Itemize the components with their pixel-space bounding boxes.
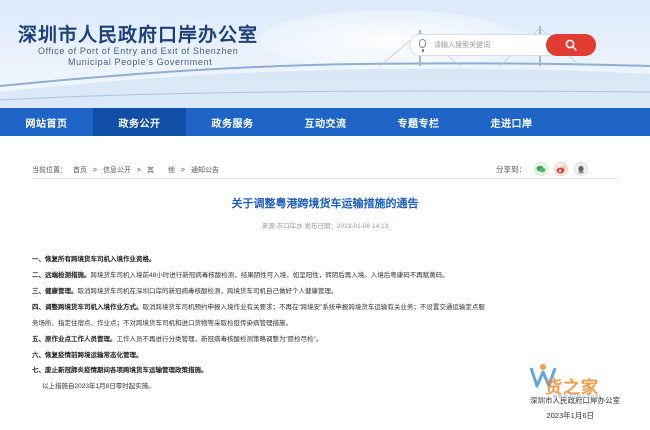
site-title: 深圳市人民政府口岸办公室: [18, 24, 259, 46]
weibo-share-icon[interactable]: [554, 162, 568, 176]
nav-item-about-port[interactable]: 走进口岸: [465, 108, 558, 136]
article-date: 2023年1月6日: [546, 411, 594, 420]
watermark-url: www.hzjcc.com: [553, 394, 601, 400]
breadcrumb-separator: >: [92, 167, 97, 174]
search-input[interactable]: [434, 38, 546, 53]
microphone-stem: [422, 49, 424, 52]
search-box: [409, 34, 596, 56]
nav-item-gov-services[interactable]: 政务服务: [186, 108, 279, 136]
share-label: 分享到：: [496, 164, 526, 174]
article-paragraph: 务场所、指定住宿点、作业点；不对跨境货车司机和进口货物等采取检疫传染病管理措施。: [32, 320, 292, 327]
article-paragraph: 一、恢复所有跨境货车司机入境作业资格。: [32, 256, 156, 263]
site-subtitle-line1: Office of Port of Entry and Exit of Shen…: [38, 46, 239, 56]
article-paragraph: 六、恢复疫情前跨境运输常态化管理。: [32, 352, 143, 359]
breadcrumb-info-open[interactable]: 信息公开: [103, 167, 131, 174]
article-meta: 来源:市口岸办 发布日期：2023-01-06 14:13: [261, 223, 389, 230]
site-header: 深圳市人民政府口岸办公室 Office of Port of Entry and…: [0, 0, 650, 108]
article-paragraph: 四、调整跨境货车司机入境作业方式。取消跨境货车司机预约申报入境作业有关要求；不再…: [32, 304, 485, 311]
article-paragraph: 二、远端检测措施。跨境货车司机入境前48小时进行新冠病毒核酸检测，结果阴性可入境…: [32, 272, 449, 279]
breadcrumb: 当前位置： 首页 > 信息公开 > 其 他 > 通知公告: [32, 165, 223, 175]
article-title: 关于调整粤港跨境货车运输措施的通告: [231, 198, 419, 210]
nav-item-home[interactable]: 网站首页: [0, 108, 93, 136]
breadcrumb-notices[interactable]: 通知公告: [191, 167, 219, 174]
breadcrumb-separator: >: [136, 167, 141, 174]
article-paragraph: 三、健康管理。取消跨境货车司机在深圳口岸的新冠病毒核酸检测，跨境货车司机自己做好…: [32, 288, 338, 295]
article-paragraph: 五、原作业点工作人员管理。工作人员不再进行分类管理，新冠病毒核酸检测策略调整为“…: [32, 336, 323, 343]
wechat-share-icon[interactable]: [534, 162, 548, 176]
breadcrumb-prefix: 当前位置：: [32, 167, 67, 174]
breadcrumb-other[interactable]: 其 他: [147, 167, 175, 174]
qq-share-icon[interactable]: [574, 162, 588, 176]
site-subtitle-line2: Municipal People's Government: [68, 57, 213, 67]
microphone-icon[interactable]: [419, 39, 426, 48]
breadcrumb-home[interactable]: 首页: [73, 167, 87, 174]
search-button[interactable]: [546, 34, 596, 56]
nav-item-gov-affairs-open[interactable]: 政务公开: [93, 108, 186, 136]
search-icon: [565, 39, 577, 51]
nav-item-interaction[interactable]: 互动交流: [279, 108, 372, 136]
breadcrumb-separator: >: [180, 167, 185, 174]
share-bar: 分享到：: [496, 162, 594, 176]
main-nav: 网站首页 政务公开 政务服务 互动交流 专题专栏 走进口岸: [0, 108, 650, 136]
breadcrumb-divider: [32, 178, 618, 179]
nav-item-special-topics[interactable]: 专题专栏: [372, 108, 465, 136]
